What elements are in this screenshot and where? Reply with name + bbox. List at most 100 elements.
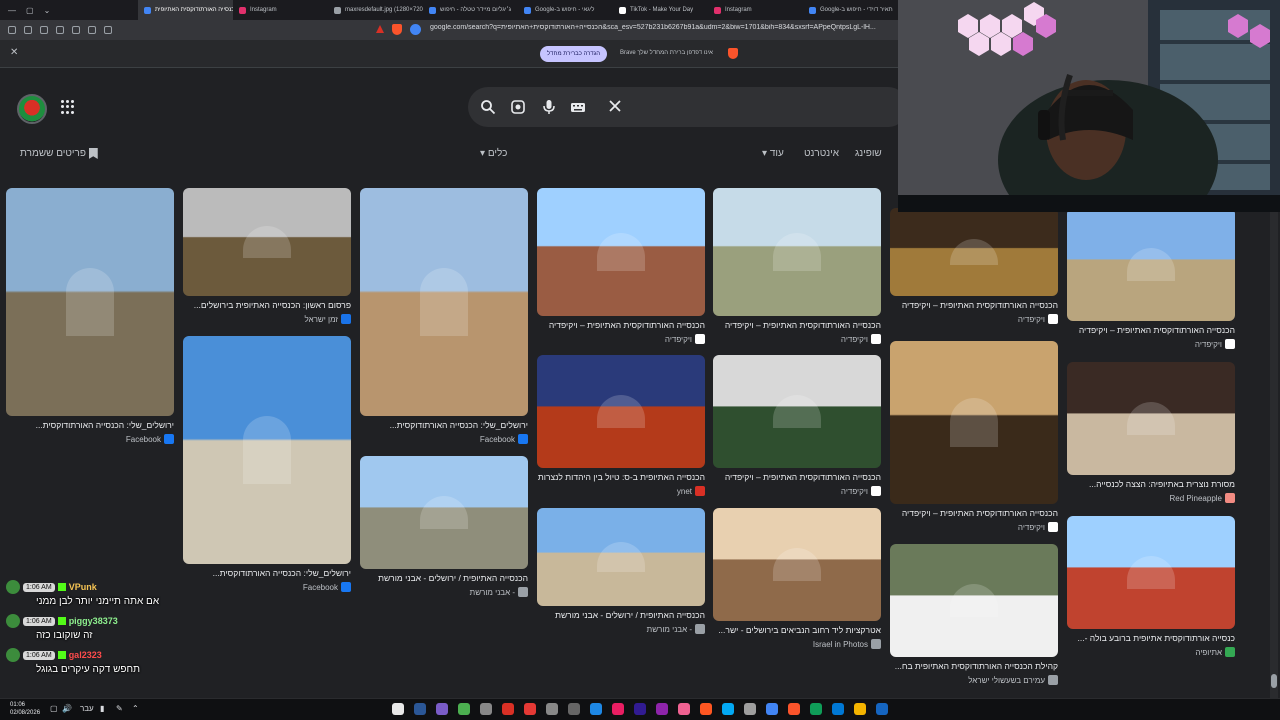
result-thumbnail[interactable] — [537, 355, 705, 468]
app-icon[interactable] — [524, 703, 536, 715]
result-title[interactable]: כנסייה אורתודוקסית אתיופית ברובע בולה -.… — [1067, 633, 1235, 643]
browser-tab[interactable]: הכנסייה האורתודוקסית האתיופית✕ — [138, 0, 233, 20]
explorer-icon[interactable] — [832, 703, 844, 715]
brave-icon[interactable] — [788, 703, 800, 715]
brave-shield-icon[interactable] — [392, 24, 402, 35]
settings-icon[interactable] — [546, 703, 558, 715]
result-title[interactable]: הכנסייה האורתודוקסית האתיופית – ויקיפדיה — [537, 320, 705, 330]
result-thumbnail[interactable] — [1067, 516, 1235, 629]
task-view-icon[interactable] — [436, 703, 448, 715]
result-title[interactable]: הכנסייה האורתודוקסית האתיופית – ויקיפדיה — [890, 300, 1058, 310]
result-thumbnail[interactable] — [183, 188, 351, 296]
result-title[interactable]: ירושלים_שלי: הכנסייה האורתודוקסית... — [360, 420, 528, 430]
kick-app-icon[interactable] — [458, 703, 470, 715]
bookmark-icon[interactable] — [40, 26, 48, 34]
result-thumbnail[interactable] — [1067, 208, 1235, 321]
browser-tab[interactable]: תאיר דוידי - חיפוש ב-Google — [803, 0, 898, 20]
image-result[interactable]: ירושלים_שלי: הכנסייה האורתודוקסית... Face… — [360, 188, 528, 450]
page-scrollbar[interactable] — [1270, 212, 1278, 698]
image-result[interactable]: הכנסייה האתיופית / ירושלים - אבני מורשת א… — [537, 508, 705, 640]
browser-tab[interactable]: Instagram — [708, 0, 803, 20]
chat-username[interactable]: gal2323 — [69, 650, 102, 660]
result-title[interactable]: קהילת הכנסייה האורתודוקסית האתיופית בח..… — [890, 661, 1058, 671]
image-result[interactable]: הכנסייה האורתודוקסית האתיופית – ויקיפדיה… — [1067, 208, 1235, 355]
app-icon[interactable] — [700, 703, 712, 715]
volume-icon[interactable]: 🔊 — [62, 704, 72, 713]
chevron-up-icon[interactable]: ⌃ — [132, 704, 139, 713]
sidebar-icon[interactable] — [56, 26, 64, 34]
image-result[interactable]: פרסום ראשון: הכנסייה האתיופית בירושלים..… — [183, 188, 351, 330]
premiere-icon[interactable] — [634, 703, 646, 715]
result-thumbnail[interactable] — [537, 188, 705, 316]
result-thumbnail[interactable] — [183, 336, 351, 564]
image-result[interactable]: הכנסייה האורתודוקסית האתיופית – ויקיפדיה… — [713, 355, 881, 502]
keyboard-icon[interactable] — [570, 99, 586, 118]
result-thumbnail[interactable] — [713, 355, 881, 468]
result-title[interactable]: הכנסייה האתיופית / ירושלים - אבני מורשת — [537, 610, 705, 620]
image-result[interactable]: ירושלים_שלי: הכנסייה האורתודוקסית... Face… — [183, 336, 351, 598]
close-icon[interactable]: ✕ — [10, 47, 18, 58]
app-icon[interactable] — [612, 703, 624, 715]
browser-tab[interactable]: Instagram — [233, 0, 328, 20]
filter-internet[interactable]: אינטרנט — [804, 148, 839, 159]
set-default-button[interactable]: הגדרה כברירת מחדל — [540, 46, 608, 62]
result-thumbnail[interactable] — [890, 341, 1058, 504]
saved-items-link[interactable]: פריטים ששמרת — [20, 148, 98, 159]
image-result[interactable]: כנסייה אורתודוקסית אתיופית ברובע בולה -.… — [1067, 516, 1235, 663]
result-title[interactable]: הכנסייה האורתודוקסית האתיופית – ויקיפדיה — [1067, 325, 1235, 335]
app-icon[interactable] — [678, 703, 690, 715]
image-result[interactable]: הכנסייה האורתודוקסית האתיופית – ויקיפדיה… — [713, 188, 881, 350]
image-result[interactable]: הכנסייה האורתודוקסית האתיופית – ויקיפדיה… — [890, 341, 1058, 538]
result-thumbnail[interactable] — [360, 456, 528, 569]
result-thumbnail[interactable] — [6, 188, 174, 416]
result-title[interactable]: הכנסייה האורתודוקסית האתיופית – ויקיפדיה — [713, 320, 881, 330]
image-result[interactable]: ירושלים_שלי: הכנסייה האורתודוקסית... Face… — [6, 188, 174, 450]
result-thumbnail[interactable] — [360, 188, 528, 416]
filter-shopping[interactable]: שופינג — [855, 148, 882, 159]
app-icon[interactable] — [480, 703, 492, 715]
result-thumbnail[interactable] — [890, 208, 1058, 296]
browser-tab[interactable]: TikTok - Make Your Day — [613, 0, 708, 20]
result-thumbnail[interactable] — [537, 508, 705, 606]
result-thumbnail[interactable] — [1067, 362, 1235, 475]
music-icon[interactable] — [88, 26, 96, 34]
result-title[interactable]: פרסום ראשון: הכנסייה האתיופית בירושלים..… — [183, 300, 351, 310]
result-title[interactable]: ירושלים_שלי: הכנסייה האורתודוקסית... — [6, 420, 174, 430]
image-result[interactable]: הכנסייה האורתודוקסית האתיופית – ויקיפדיה… — [890, 208, 1058, 330]
result-title[interactable]: הכנסייה האתיופית / ירושלים - אבני מורשת — [360, 573, 528, 583]
lens-icon[interactable] — [510, 99, 526, 118]
image-result[interactable]: מסורת נוצרית באתיופיה: הצצה לכנסייה... Re… — [1067, 362, 1235, 509]
app-icon[interactable] — [590, 703, 602, 715]
search-taskbar-icon[interactable] — [414, 703, 426, 715]
extension-icon[interactable] — [24, 26, 32, 34]
image-result[interactable]: הכנסייה האתיופית / ירושלים - אבני מורשת א… — [360, 456, 528, 603]
apps-grid-icon[interactable] — [61, 100, 75, 114]
browser-tab[interactable]: ג׳יגליום מיידר טטלה - חיפוש — [423, 0, 518, 20]
chat-username[interactable]: VPunk — [69, 582, 97, 592]
image-result[interactable]: קהילת הכנסייה האורתודוקסית האתיופית בח..… — [890, 544, 1058, 691]
wallet-icon[interactable] — [72, 26, 80, 34]
result-title[interactable]: מסורת נוצרית באתיופיה: הצצה לכנסייה... — [1067, 479, 1235, 489]
app-icon[interactable] — [722, 703, 734, 715]
battery-icon[interactable]: ▮ — [100, 704, 104, 713]
result-title[interactable]: הכנסייה האתיופית ב-ס: טיול בין היהדות לנ… — [537, 472, 705, 482]
restore-icon[interactable]: ▢ — [26, 6, 34, 15]
search-icon[interactable] — [480, 99, 496, 118]
microphone-icon[interactable] — [541, 99, 557, 118]
start-icon[interactable] — [392, 703, 404, 715]
avatar[interactable] — [17, 94, 47, 124]
menu-icon[interactable] — [104, 26, 112, 34]
result-title[interactable]: הכנסייה האורתודוקסית האתיופית – ויקיפדיה — [713, 472, 881, 482]
warning-icon[interactable] — [376, 25, 384, 33]
minimize-icon[interactable]: — — [8, 6, 16, 15]
chrome-icon[interactable] — [766, 703, 778, 715]
app-icon[interactable] — [876, 703, 888, 715]
tab-menu-icon[interactable]: ⌄ — [44, 6, 51, 15]
address-bar[interactable]: google.com/search?q=הכנסייה+האורתודוקסית… — [430, 24, 895, 36]
search-box[interactable] — [468, 87, 908, 127]
app-icon[interactable] — [744, 703, 756, 715]
result-title[interactable]: הכנסייה האורתודוקסית האתיופית – ויקיפדיה — [890, 508, 1058, 518]
browser-tab[interactable]: maxresdefault.jpg (1280×720) — [328, 0, 423, 20]
result-thumbnail[interactable] — [713, 188, 881, 316]
image-result[interactable]: אטרקציות ליד רחוב הנביאים בירושלים - ישר… — [713, 508, 881, 655]
